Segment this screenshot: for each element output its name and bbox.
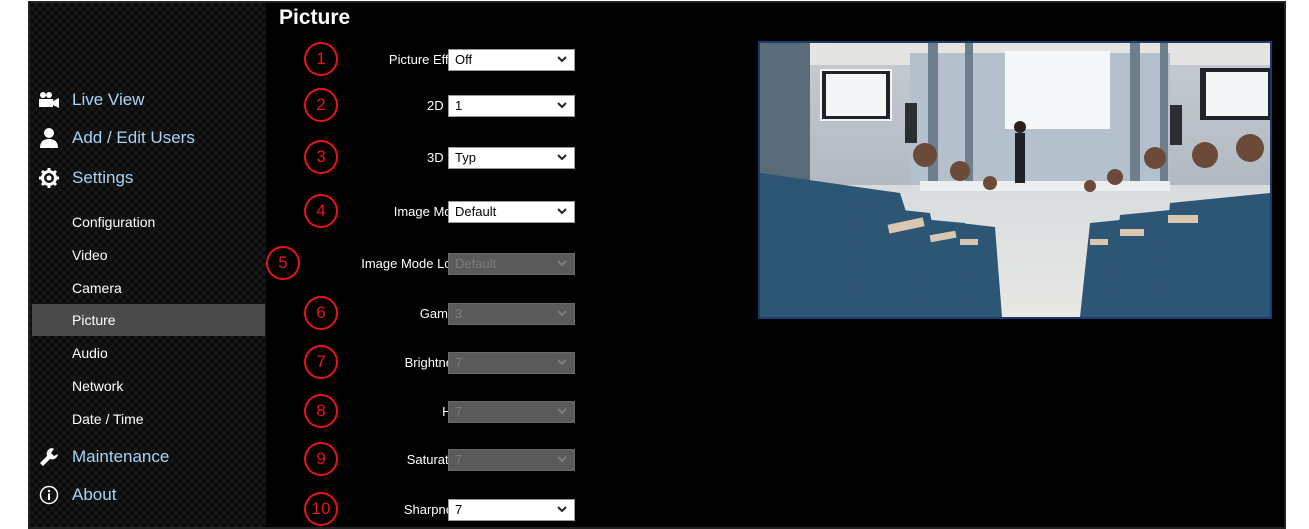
camera-preview: [758, 41, 1272, 319]
callout-number: 2: [304, 88, 338, 122]
setting-select-value: 1: [455, 98, 463, 113]
nav-network-label: Network: [72, 378, 124, 394]
setting-row: 1 Picture Effect Off: [266, 41, 586, 79]
setting-select-value: Default: [455, 204, 497, 219]
sidebar: Live View Add / Edit Users Settings Conf…: [30, 3, 266, 527]
callout-number: 7: [304, 345, 338, 379]
user-icon: [38, 127, 60, 149]
setting-row: 2 2D NR 1: [266, 87, 586, 125]
chevron-down-icon: [557, 154, 567, 161]
nav-video-label: Video: [72, 247, 108, 263]
nav-settings-label: Settings: [72, 168, 134, 187]
chevron-down-icon: [557, 102, 567, 109]
chevron-down-icon: [557, 208, 567, 215]
setting-row: 3 3D NR Typ: [266, 139, 586, 177]
chevron-down-icon: [557, 456, 567, 463]
setting-row: 7 Brightness 7: [266, 344, 586, 382]
callout-number: 5: [266, 246, 300, 280]
nav-picture-label: Picture: [72, 312, 116, 328]
info-icon: [38, 484, 60, 506]
nav-configuration[interactable]: Configuration: [32, 206, 265, 238]
chevron-down-icon: [557, 310, 567, 317]
chevron-down-icon: [557, 56, 567, 63]
nav-add-edit-users[interactable]: Add / Edit Users: [30, 123, 266, 153]
nav-audio[interactable]: Audio: [32, 337, 265, 369]
gear-icon: [38, 167, 60, 189]
nav-add-edit-users-label: Add / Edit Users: [72, 128, 195, 147]
setting-select: 7: [448, 449, 575, 471]
nav-live-view[interactable]: Live View: [30, 85, 266, 115]
setting-row: 6 Gamma 3: [266, 295, 586, 333]
setting-row: 10 Sharpness 7: [266, 491, 586, 529]
chevron-down-icon: [557, 359, 567, 366]
chevron-down-icon: [557, 260, 567, 267]
chevron-down-icon: [557, 408, 567, 415]
setting-select-value: 3: [455, 306, 463, 321]
nav-maintenance[interactable]: Maintenance: [30, 442, 266, 472]
callout-number: 10: [304, 492, 338, 526]
callout-number: 6: [304, 296, 338, 330]
setting-select-value: 7: [455, 355, 463, 370]
nav-date-time-label: Date / Time: [72, 411, 144, 427]
page-title: Picture: [279, 6, 351, 29]
setting-select-value: Default: [455, 256, 497, 271]
setting-select[interactable]: Typ: [448, 147, 575, 169]
setting-select[interactable]: 1: [448, 95, 575, 117]
nav-maintenance-label: Maintenance: [72, 447, 170, 466]
chevron-down-icon: [557, 506, 567, 513]
setting-select: Default: [448, 253, 575, 275]
callout-number: 8: [304, 394, 338, 428]
callout-number: 9: [304, 442, 338, 476]
setting-row: 8Hue7: [266, 393, 586, 431]
setting-select-value: 7: [455, 404, 463, 419]
nav-camera[interactable]: Camera: [32, 272, 265, 304]
setting-select-value: 7: [455, 502, 463, 517]
nav-configuration-label: Configuration: [72, 214, 156, 230]
wrench-icon: [38, 446, 60, 468]
nav-video[interactable]: Video: [32, 239, 265, 271]
callout-number: 4: [304, 194, 338, 228]
camera-preview-image: [760, 43, 1270, 317]
setting-select[interactable]: Off: [448, 49, 575, 71]
callout-number: 3: [304, 140, 338, 174]
app-window: Live View Add / Edit Users Settings Conf…: [28, 1, 1286, 529]
setting-select-value: Typ: [455, 150, 476, 165]
callout-number: 1: [304, 42, 338, 76]
video-camera-icon: [38, 89, 60, 111]
setting-select-value: 7: [455, 452, 463, 467]
nav-live-view-label: Live View: [72, 90, 145, 109]
setting-select: 3: [448, 303, 575, 325]
setting-row: 9 Saturation 7: [266, 441, 586, 479]
nav-about[interactable]: About: [30, 480, 266, 510]
nav-picture[interactable]: Picture: [32, 304, 265, 336]
setting-select: 7: [448, 352, 575, 374]
setting-row: 4 Image Mode Default: [266, 193, 586, 231]
nav-date-time[interactable]: Date / Time: [32, 403, 265, 435]
setting-select[interactable]: 7: [448, 499, 575, 521]
nav-about-label: About: [72, 485, 117, 504]
nav-network[interactable]: Network: [32, 370, 265, 402]
nav-audio-label: Audio: [72, 345, 108, 361]
setting-select-value: Off: [455, 52, 473, 67]
setting-row: 5 Image Mode Load Default: [266, 245, 586, 283]
nav-settings[interactable]: Settings: [30, 163, 266, 193]
nav-camera-label: Camera: [72, 280, 122, 296]
setting-select[interactable]: Default: [448, 201, 575, 223]
setting-select: 7: [448, 401, 575, 423]
